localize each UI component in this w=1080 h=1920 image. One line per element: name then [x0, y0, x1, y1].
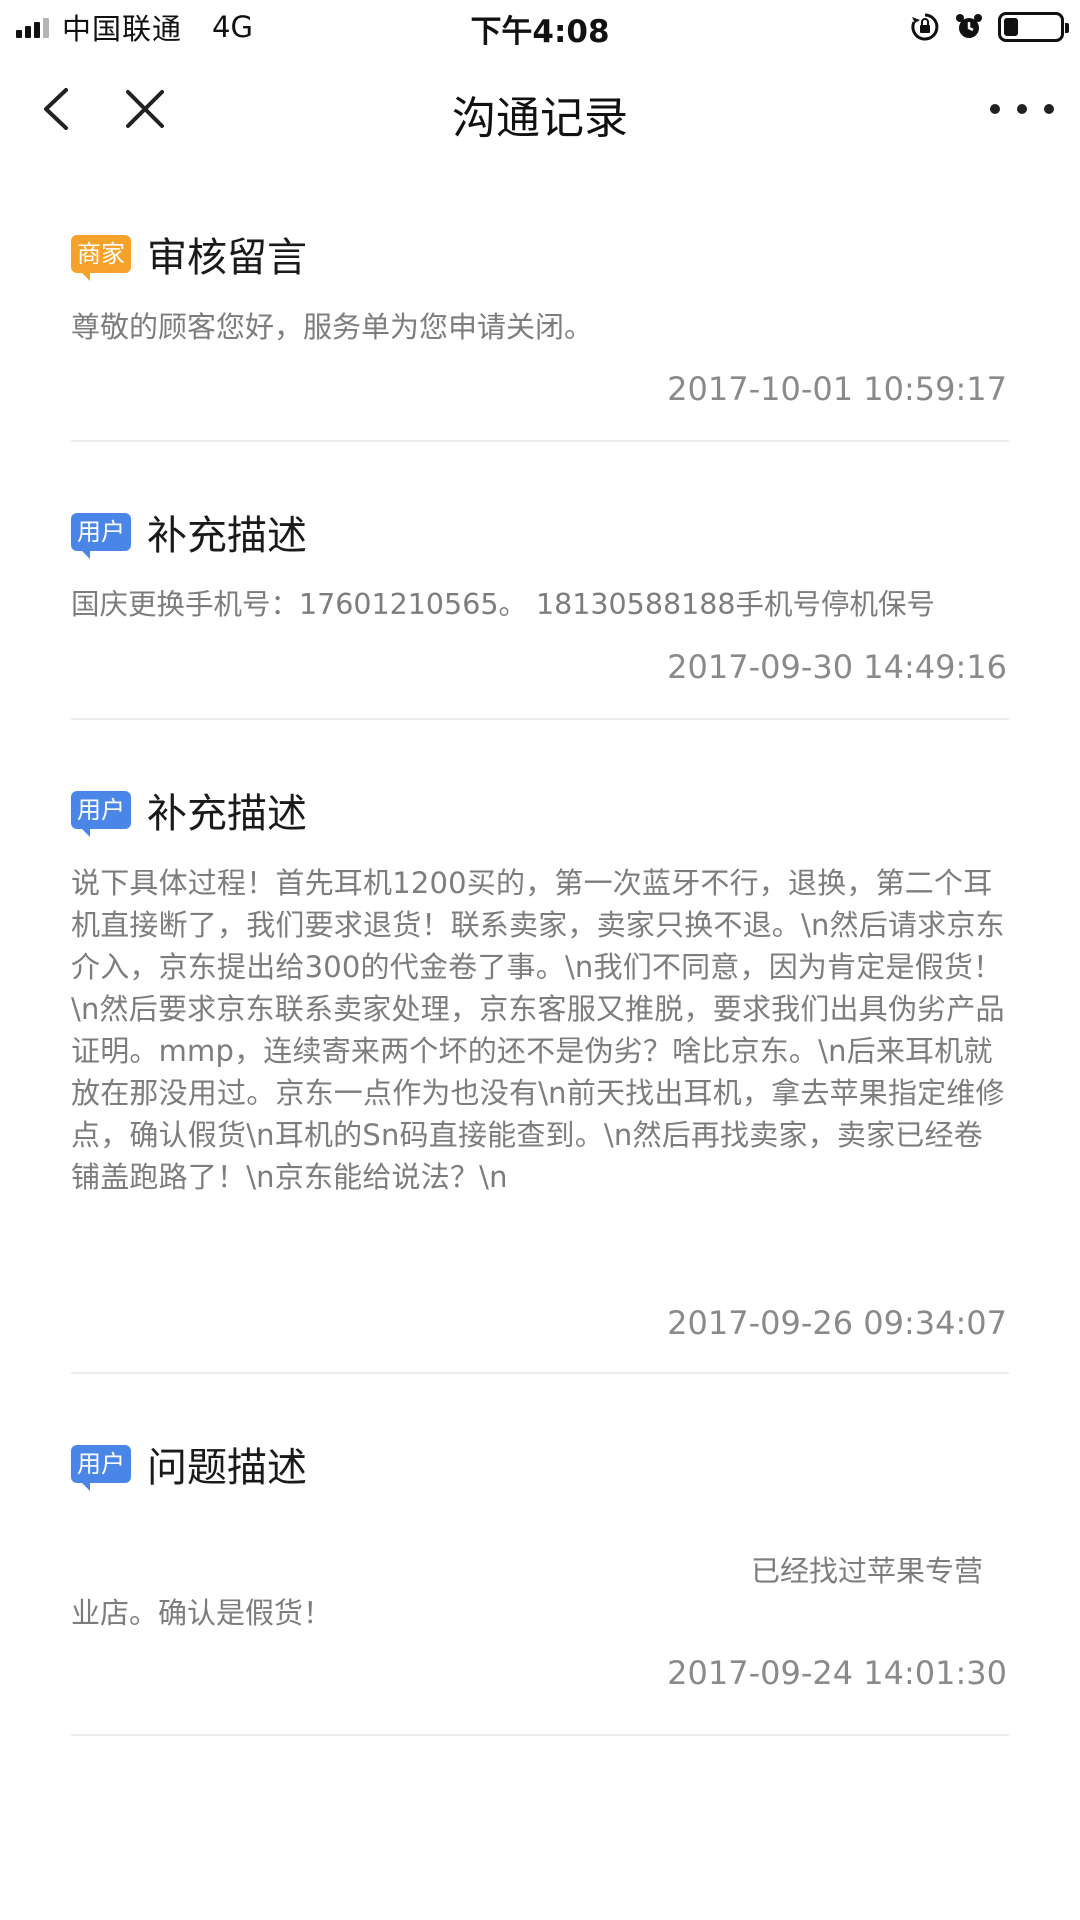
record-header: 用户 补充描述: [71, 720, 1009, 840]
page-title: 沟通记录: [452, 93, 628, 144]
record-item: 用户 补充描述 国庆更换手机号：17601210565。 18130588188…: [71, 442, 1009, 720]
record-time: 2017-09-30 14:49:16: [667, 648, 1007, 686]
user-badge: 用户: [71, 791, 131, 837]
alarm-icon: [954, 12, 984, 42]
record-item: 用户 补充描述 说下具体过程！首先耳机1200买的，第一次蓝牙不行，退换，第二个…: [71, 720, 1009, 1374]
user-badge: 用户: [71, 1445, 131, 1491]
record-header: 用户 补充描述: [71, 442, 1009, 562]
merchant-badge: 商家: [71, 235, 131, 281]
record-header: 商家 审核留言: [71, 164, 1009, 284]
record-title: 问题描述: [147, 1445, 307, 1491]
record-body: 已经找过苹果专营 业店。确认是假货！: [71, 1550, 1009, 1634]
more-dots-icon[interactable]: [990, 84, 1054, 134]
status-bar: 中国联通 4G 下午4:08: [0, 0, 1080, 54]
record-time: 2017-10-01 10:59:17: [667, 370, 1007, 408]
user-badge: 用户: [71, 513, 131, 559]
record-time: 2017-09-26 09:34:07: [667, 1304, 1007, 1342]
record-time: 2017-09-24 14:01:30: [667, 1654, 1007, 1692]
status-right: [910, 8, 1069, 46]
record-title: 审核留言: [147, 235, 307, 281]
battery-icon: [998, 12, 1069, 42]
record-title: 补充描述: [147, 791, 307, 837]
nav-bar: 沟通记录: [0, 54, 1080, 164]
record-list: 商家 审核留言 尊敬的顾客您好，服务单为您申请关闭。 2017-10-01 10…: [0, 164, 1080, 1736]
record-item: 商家 审核留言 尊敬的顾客您好，服务单为您申请关闭。 2017-10-01 10…: [71, 164, 1009, 442]
record-header: 用户 问题描述: [71, 1374, 1009, 1494]
record-body: 说下具体过程！首先耳机1200买的，第一次蓝牙不行，退换，第二个耳机直接断了，我…: [71, 866, 1005, 1194]
record-body: 尊敬的顾客您好，服务单为您申请关闭。: [71, 310, 594, 344]
record-title: 补充描述: [147, 513, 307, 559]
record-body-line: 已经找过苹果专营: [750, 1554, 983, 1588]
record-item: 用户 问题描述 已经找过苹果专营 业店。确认是假货！ 2017-09-24 14…: [71, 1374, 1009, 1736]
record-body-line: 业店。确认是假货！: [71, 1596, 333, 1630]
rotation-lock-icon: [910, 12, 940, 42]
record-body: 国庆更换手机号：17601210565。 18130588188手机号停机保号: [71, 588, 935, 621]
